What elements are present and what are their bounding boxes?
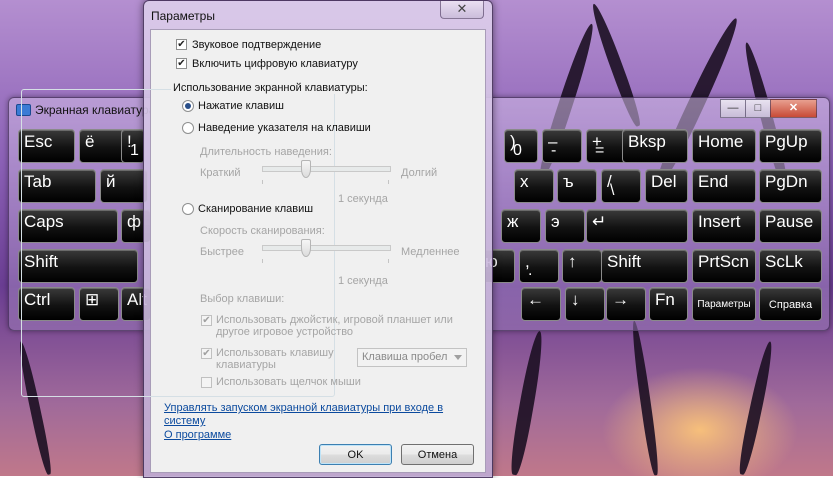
startup-link-line-1[interactable]: Управлять запуском экранной клавиатуры п… [164, 402, 443, 414]
key-pgup[interactable]: PgUp [759, 129, 822, 163]
use-mouse-checkbox[interactable] [201, 377, 212, 388]
key-pgdn[interactable]: PgDn [759, 169, 822, 203]
chevron-down-icon [454, 355, 462, 360]
key-equals-lower: = [595, 142, 605, 159]
key-fn[interactable]: Fn [649, 287, 688, 321]
key-prtscn[interactable]: PrtScn [692, 249, 756, 283]
use-joystick-checkbox[interactable]: ✔ [201, 315, 212, 326]
startup-link-line-2[interactable]: систему [164, 415, 205, 427]
key-help[interactable]: Справка [759, 287, 822, 321]
key-minus-lower: - [551, 142, 557, 159]
use-mouse-label: Использовать щелчок мыши [216, 376, 361, 388]
mode-scan-radio[interactable] [182, 203, 194, 215]
key-home[interactable]: Home [692, 129, 756, 163]
key-0-lower: 0 [513, 142, 522, 159]
numpad-label: Включить цифровую клавиатуру [192, 58, 358, 70]
use-key-checkbox[interactable]: ✔ [201, 348, 212, 359]
key-equals[interactable]: + = [586, 129, 626, 163]
key-backslash-lower: \ [610, 182, 615, 199]
sound-confirm-checkbox[interactable]: ✔ [176, 39, 187, 50]
numpad-checkbox[interactable]: ✔ [176, 58, 187, 69]
scan-key-dropdown-value: Клавиша пробел [362, 351, 448, 363]
key-arrow-right[interactable]: → [606, 287, 646, 321]
usage-group-title: Использование экранной клавиатуры: [171, 82, 370, 94]
dialog-close-button[interactable]: ✕ [440, 1, 484, 19]
dialog-title: Параметры [151, 9, 215, 23]
use-key-label-2: клавиатуры [216, 359, 276, 371]
tick [388, 180, 389, 184]
key-arrow-down[interactable]: ↓ [565, 287, 605, 321]
key-hard-sign[interactable]: ъ [557, 169, 597, 203]
key-select-label: Выбор клавиши: [200, 293, 285, 305]
key-minus[interactable]: – - [542, 129, 582, 163]
scan-slow-label: Медленнее [401, 246, 460, 258]
use-key-label-1: Использовать клавишу [216, 347, 334, 359]
osk-minimize-button[interactable]: — [720, 99, 746, 118]
key-del[interactable]: Del [645, 169, 688, 203]
hover-duration-track [262, 166, 391, 172]
key-pause[interactable]: Pause [759, 209, 822, 243]
cancel-button[interactable]: Отмена [401, 444, 474, 465]
key-end[interactable]: End [692, 169, 756, 203]
hover-duration-slider[interactable] [301, 160, 311, 178]
key-backspace[interactable]: Bksp [622, 129, 688, 163]
mode-hover-label: Наведение указателя на клавиши [198, 122, 371, 134]
key-arrow-left[interactable]: ← [521, 287, 561, 321]
scan-speed-track [262, 245, 391, 251]
key-insert[interactable]: Insert [692, 209, 756, 243]
tick [262, 180, 263, 184]
hover-long-label: Долгий [401, 167, 438, 179]
key-sclk[interactable]: ScLk [759, 249, 822, 283]
key-period[interactable]: ,. [519, 249, 559, 283]
key-zhe[interactable]: ж [501, 209, 541, 243]
scan-speed-label: Скорость сканирования: [200, 225, 325, 237]
hover-value-label: 1 секунда [338, 193, 388, 205]
tick [388, 259, 389, 263]
hover-short-label: Краткий [200, 167, 241, 179]
scan-speed-slider[interactable] [301, 239, 311, 257]
use-joystick-label-2: другое игровое устройство [216, 326, 354, 338]
mode-click-label: Нажатие клавиш [198, 100, 284, 112]
scan-fast-label: Быстрее [200, 246, 245, 258]
osk-close-button[interactable]: ✕ [770, 99, 817, 118]
mode-scan-label: Сканирование клавиш [198, 203, 314, 215]
key-kha[interactable]: х [514, 169, 554, 203]
about-link[interactable]: О программе [164, 429, 231, 441]
key-backslash[interactable]: / \ [601, 169, 641, 203]
key-shift-right[interactable]: Shift [601, 249, 688, 283]
key-options[interactable]: Параметры [692, 287, 756, 321]
key-e[interactable]: э [545, 209, 585, 243]
mode-hover-radio[interactable] [182, 122, 194, 134]
scan-value-label: 1 секунда [338, 275, 388, 287]
key-arrow-up[interactable]: ↑ [562, 249, 602, 283]
osk-maximize-button[interactable]: □ [745, 99, 771, 118]
mode-click-radio[interactable] [182, 100, 194, 112]
ok-button[interactable]: OK [319, 444, 392, 465]
sound-confirm-label: Звуковое подтверждение [192, 39, 322, 51]
scan-key-dropdown[interactable]: Клавиша пробел [357, 348, 467, 367]
use-joystick-label-1: Использовать джойстик, игровой планшет и… [216, 314, 453, 326]
key-0[interactable]: ) 0 [504, 129, 538, 163]
tick [262, 259, 263, 263]
key-enter[interactable]: ↵ [586, 209, 688, 243]
key-period-lower: . [528, 262, 533, 279]
hover-duration-label: Длительность наведения: [200, 146, 332, 158]
